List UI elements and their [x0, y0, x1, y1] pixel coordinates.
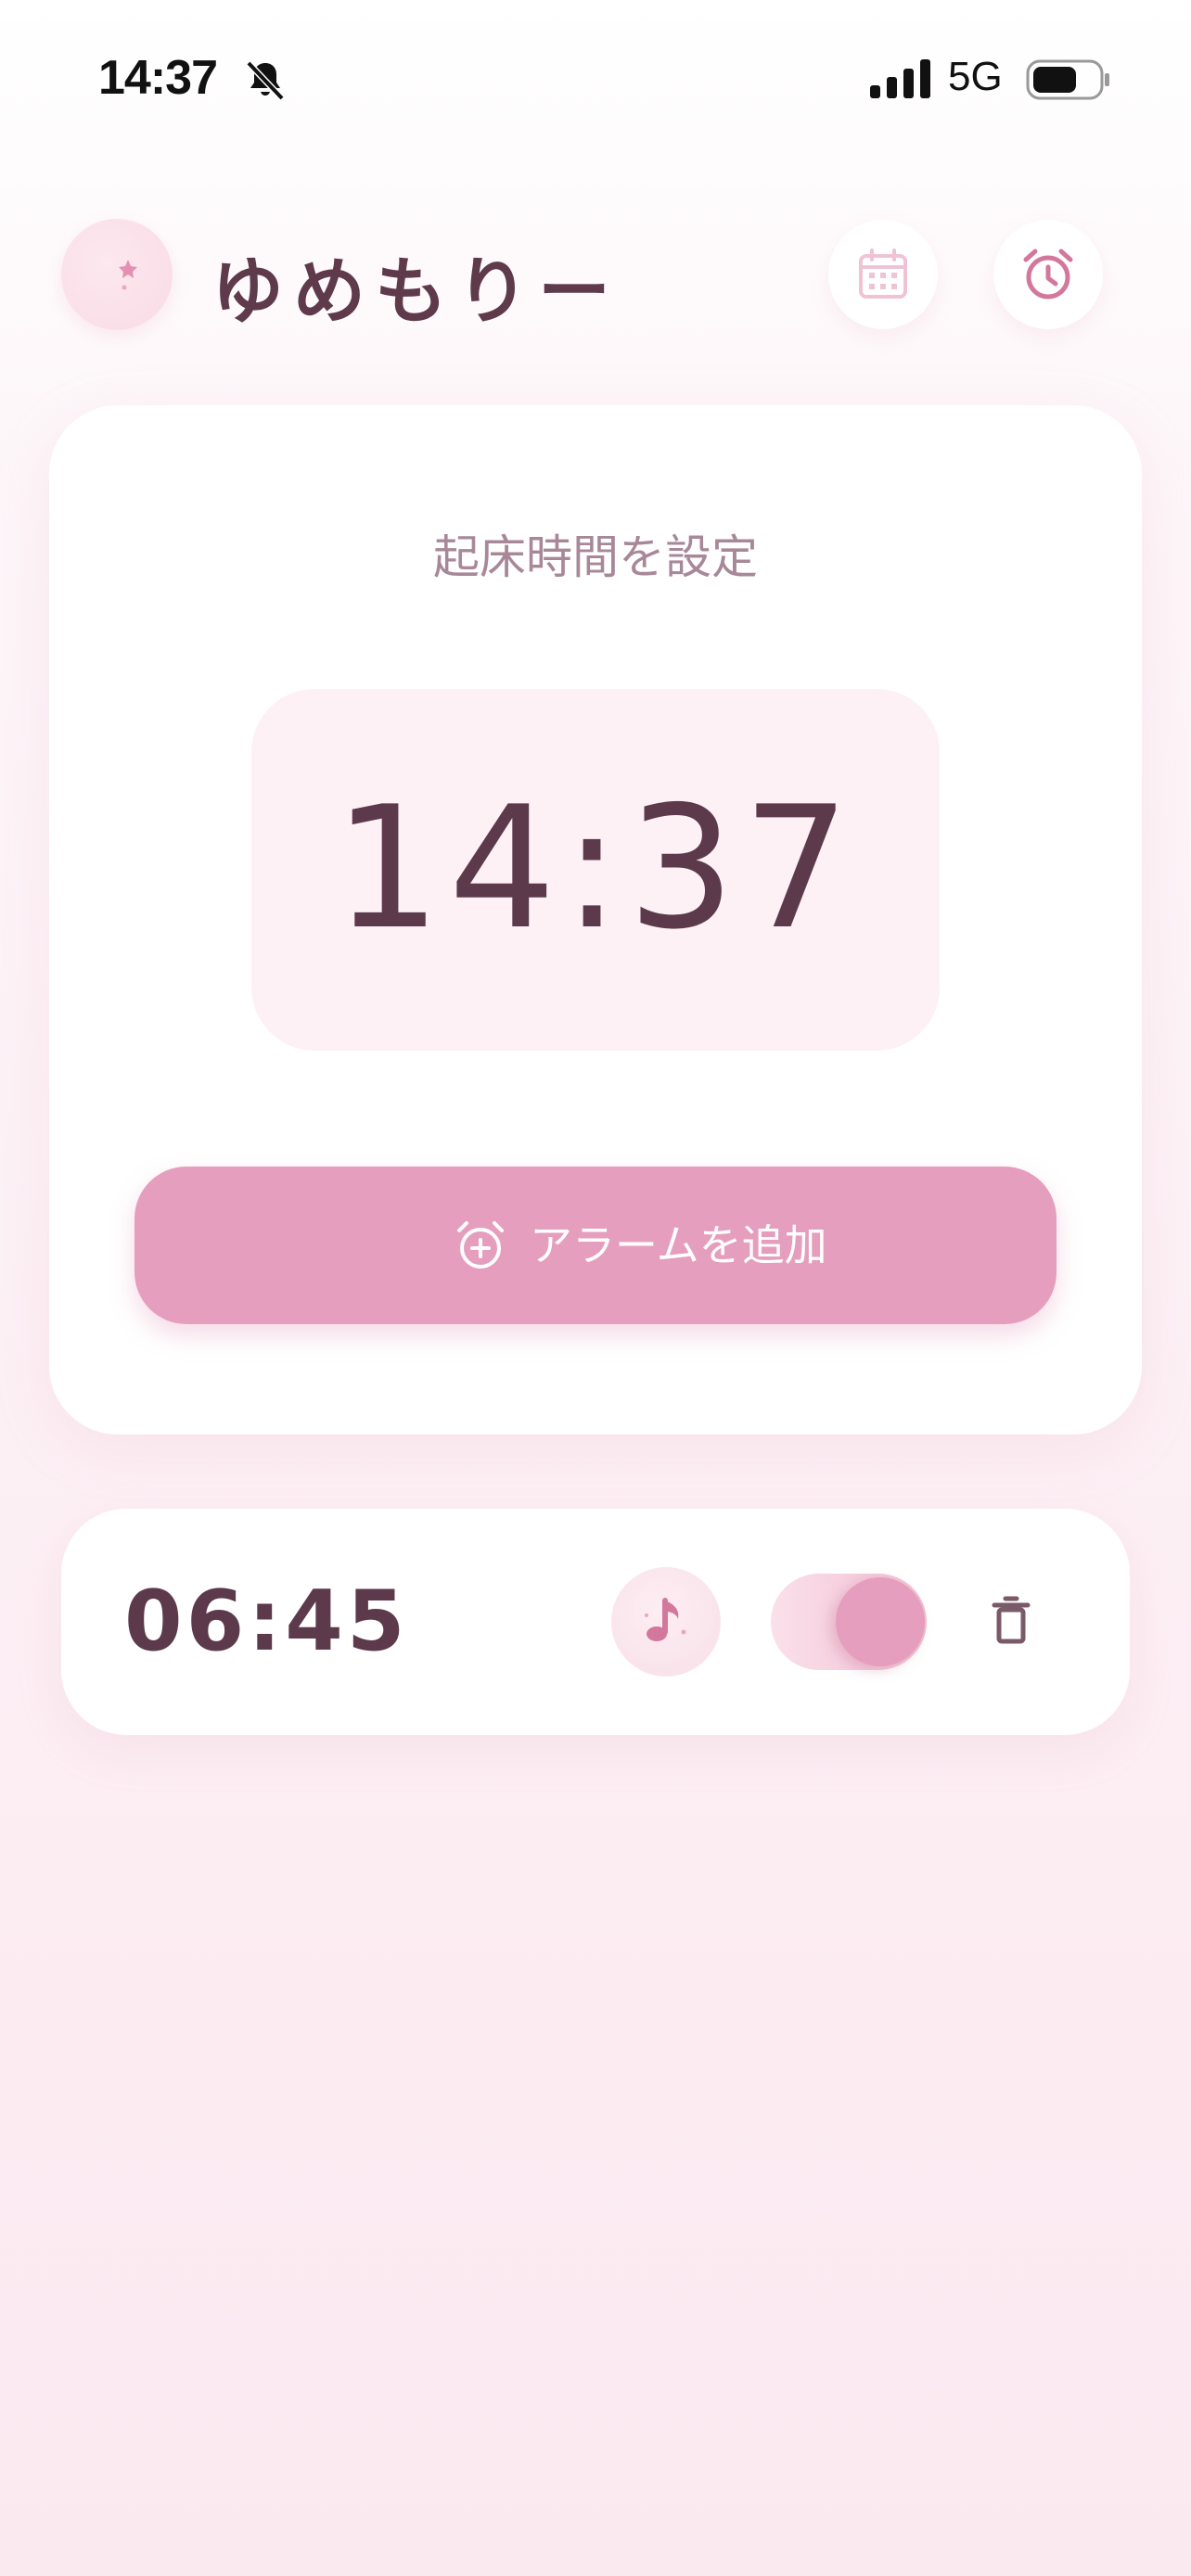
alarm-clock-button[interactable] [993, 220, 1103, 329]
battery-icon [1026, 59, 1111, 100]
music-note-icon [645, 1598, 686, 1641]
time-picker[interactable]: 14:37 [251, 689, 940, 1051]
wake-time-title: 起床時間を設定 [433, 530, 758, 584]
moon-star-icon [98, 256, 137, 294]
app-logo [61, 219, 173, 330]
add-alarm-button[interactable]: アラームを追加 [134, 1167, 1057, 1324]
alarm-clock-icon [1023, 249, 1073, 300]
calendar-icon [859, 249, 907, 299]
app-title: ゆめもりー [211, 250, 621, 334]
alarm-item: 06:45 [61, 1509, 1130, 1735]
delete-alarm-button[interactable] [974, 1585, 1048, 1659]
alarm-add-icon [457, 1221, 504, 1269]
status-time: 14:37 [98, 51, 218, 105]
add-alarm-label: アラームを追加 [530, 1220, 827, 1270]
toggle-knob [836, 1577, 925, 1666]
alarm-sound-button[interactable] [611, 1567, 721, 1677]
time-display: 14:37 [333, 770, 858, 966]
network-label: 5G [948, 54, 1003, 99]
signal-icon [870, 59, 931, 98]
trash-icon [992, 1596, 1031, 1644]
alarm-toggle[interactable] [771, 1574, 927, 1670]
calendar-button[interactable] [828, 220, 938, 329]
status-bar: 14:37 5G [0, 0, 1191, 158]
bell-off-icon [243, 57, 288, 102]
wake-time-card: 起床時間を設定 14:37 アラームを追加 [49, 405, 1142, 1435]
alarm-time: 06:45 [124, 1573, 409, 1670]
